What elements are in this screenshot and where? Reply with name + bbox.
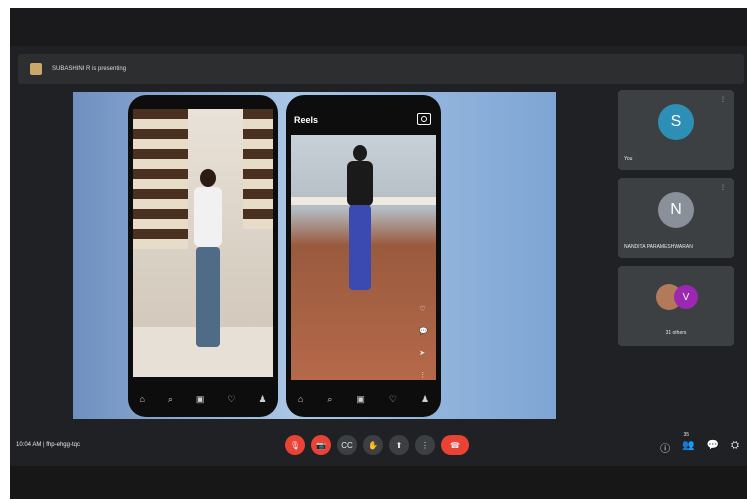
heart-icon: ♡ — [388, 393, 397, 404]
participant-count-badge: 35 — [683, 432, 689, 438]
search-icon: ⌕ — [167, 393, 173, 404]
meet-window: SUBASHINI R is presenting ⌂ ⌕ ▣ ♡ ♟ Reel… — [10, 8, 747, 499]
presenting-text: SUBASHINI R is presenting — [52, 66, 127, 72]
shared-phone-right: Reels ♡ 💬 ➤ ⋮ ⌂ ⌕ ▣ ♡ ♟ — [286, 95, 441, 417]
share-icon: ➤ — [419, 350, 426, 357]
profile-icon: ♟ — [420, 393, 430, 404]
others-avatars: V — [656, 284, 700, 312]
avatar: N — [658, 192, 694, 228]
info-icon[interactable]: ⓘ — [660, 440, 670, 455]
people-icon[interactable]: 👥 — [682, 440, 694, 455]
window-footer — [10, 466, 747, 499]
participant-name: You — [624, 156, 633, 162]
others-tile[interactable]: V 31 others — [618, 266, 734, 346]
side-panel-controls: ⓘ 👥 💬 ⛭ — [660, 440, 739, 455]
dancing-person — [341, 145, 381, 295]
separator: | — [43, 442, 45, 448]
participant-tile-nandita[interactable]: ⋮ N NANDITA PARAMESHWARAN — [618, 178, 734, 258]
meeting-info: 10:04 AM | fhp-ehgg-tqc — [16, 442, 80, 448]
like-icon: ♡ — [419, 306, 426, 313]
window-top-bar — [10, 8, 747, 46]
reels-icon: ▣ — [195, 393, 205, 404]
meeting-code: fhp-ehgg-tqc — [46, 442, 80, 448]
comment-icon: 💬 — [419, 328, 428, 335]
present-button[interactable]: ⬆ — [389, 435, 409, 455]
chat-icon[interactable]: 💬 — [707, 440, 719, 455]
participant-tile-you[interactable]: ⋮ S You — [618, 90, 734, 170]
presenter-avatar-icon — [30, 63, 42, 75]
reels-label: Reels — [294, 115, 319, 125]
call-control-bar: 10:04 AM | fhp-ehgg-tqc 🎙 📷 CC ✋ ⬆ ⋮ ☎ 3… — [10, 428, 747, 466]
avatar: S — [658, 104, 694, 140]
striped-curtain-right — [243, 109, 273, 229]
mic-muted-icon: ⋮ — [720, 97, 726, 103]
video-frame-left — [133, 109, 273, 377]
reels-icon: ▣ — [356, 393, 365, 404]
home-icon: ⌂ — [297, 394, 304, 404]
activities-icon[interactable]: ⛭ — [731, 440, 739, 455]
participant-name: NANDITA PARAMESHWARAN — [624, 244, 693, 250]
camera-off-button[interactable]: 📷 — [311, 435, 331, 455]
shared-phone-left: ⌂ ⌕ ▣ ♡ ♟ — [128, 95, 278, 417]
call-controls: 🎙 📷 CC ✋ ⬆ ⋮ ☎ — [285, 435, 469, 455]
leave-call-button[interactable]: ☎ — [441, 435, 469, 455]
camera-icon — [417, 113, 431, 125]
clock-time: 10:04 AM — [16, 442, 42, 448]
raise-hand-button[interactable]: ✋ — [363, 435, 383, 455]
avatar: V — [674, 285, 698, 309]
others-count: 31 others — [665, 330, 687, 336]
home-icon: ⌂ — [139, 394, 145, 404]
striped-curtain — [133, 109, 188, 249]
presentation-stage: ⌂ ⌕ ▣ ♡ ♟ Reels ♡ 💬 ➤ ⋮ ⌂ ⌕ ▣ ♡ ♟ — [73, 92, 556, 419]
heart-icon: ♡ — [227, 393, 236, 404]
more-icon: ⋮ — [419, 372, 427, 379]
profile-icon: ♟ — [258, 393, 267, 404]
dancing-person — [188, 169, 228, 369]
more-options-button[interactable]: ⋮ — [415, 435, 435, 455]
video-frame-right: ♡ 💬 ➤ ⋮ — [291, 135, 436, 380]
search-icon: ⌕ — [327, 393, 333, 404]
captions-button[interactable]: CC — [337, 435, 357, 455]
presenting-banner: SUBASHINI R is presenting — [18, 54, 744, 84]
phone-nav-right: ⌂ ⌕ ▣ ♡ ♟ — [286, 389, 441, 409]
reel-side-actions: ♡ 💬 ➤ ⋮ — [419, 305, 428, 379]
mic-off-button[interactable]: 🎙 — [285, 435, 305, 455]
mic-muted-icon: ⋮ — [720, 185, 726, 191]
phone-nav-left: ⌂ ⌕ ▣ ♡ ♟ — [128, 389, 278, 409]
